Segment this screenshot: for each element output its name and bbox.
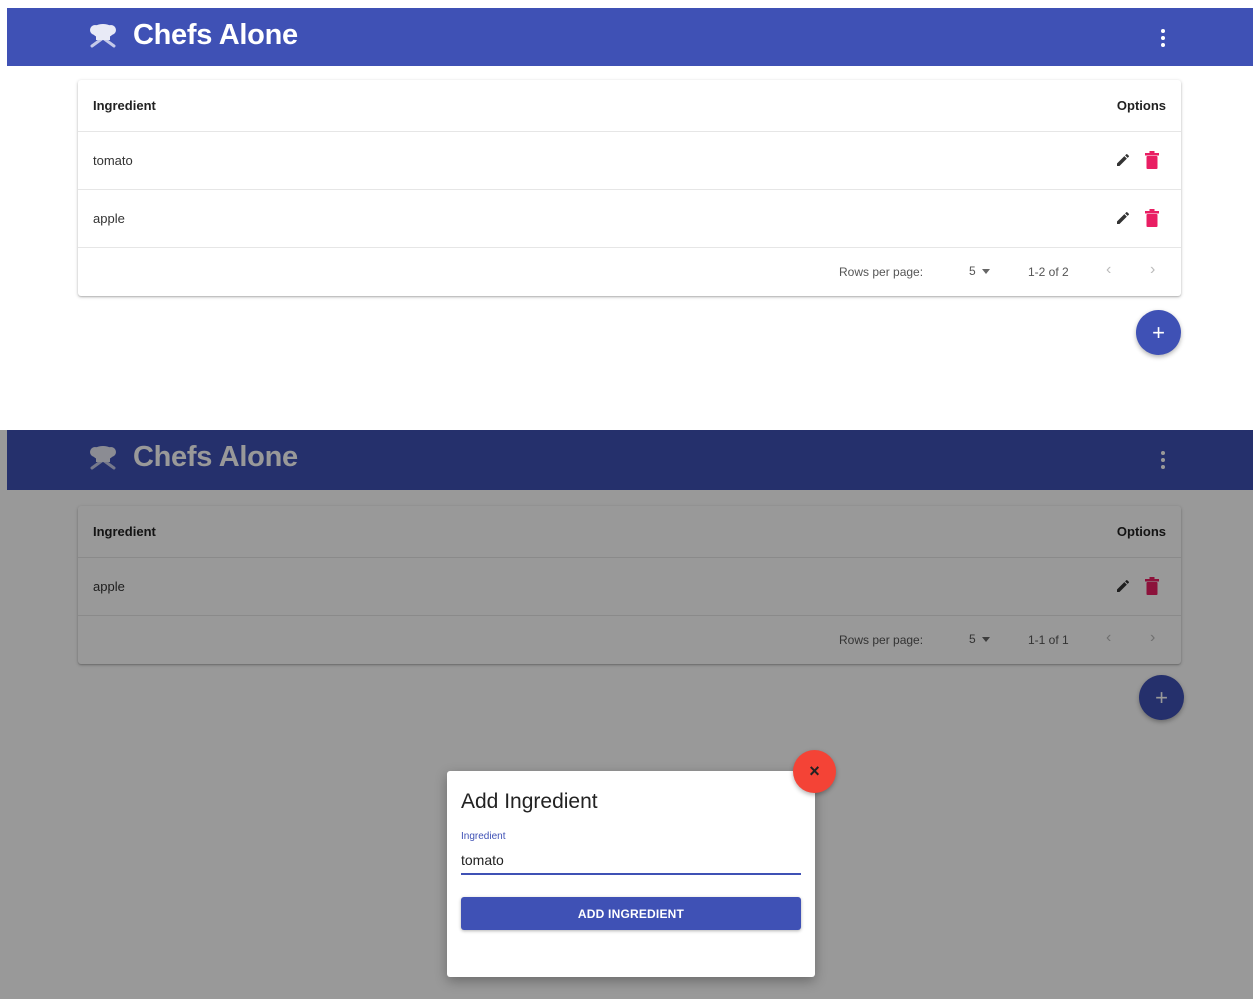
pencil-icon[interactable] — [1114, 150, 1132, 170]
add-ingredient-submit-button[interactable]: ADD INGREDIENT — [461, 897, 801, 930]
rows-per-page-select[interactable]: 5 — [969, 264, 990, 278]
app-title: Chefs Alone — [133, 19, 298, 51]
table-header: Ingredient Options — [78, 80, 1181, 132]
page-range: 1-2 of 2 — [1028, 265, 1069, 279]
ingredient-field-label: Ingredient — [461, 831, 506, 842]
ingredients-view: Chefs Alone Ingredient Options tomato ap… — [0, 0, 1253, 430]
rows-per-page-label: Rows per page: — [839, 265, 924, 279]
dialog-title: Add Ingredient — [461, 790, 598, 813]
close-dialog-button[interactable]: × — [793, 750, 836, 793]
plus-icon: + — [1152, 319, 1165, 345]
close-icon: × — [809, 761, 820, 781]
trash-icon[interactable] — [1143, 150, 1161, 170]
trash-icon[interactable] — [1143, 208, 1161, 228]
more-vert-icon[interactable] — [1153, 26, 1173, 50]
row-actions — [1114, 208, 1161, 228]
table-row: tomato — [78, 132, 1181, 190]
app-bar: Chefs Alone — [7, 8, 1253, 66]
ingredient-name: tomato — [93, 153, 133, 168]
row-actions — [1114, 150, 1161, 170]
add-ingredient-view: Chefs Alone Ingredient Options apple Row… — [0, 430, 1253, 999]
ingredient-name: apple — [93, 211, 125, 226]
ingredients-table: Ingredient Options tomato apple Rows per… — [78, 80, 1181, 296]
chevron-down-icon — [981, 268, 990, 274]
column-header-options: Options — [1116, 98, 1166, 113]
next-page-button[interactable]: › — [1150, 261, 1155, 279]
add-ingredient-dialog: Add Ingredient Ingredient ADD INGREDIENT — [447, 771, 815, 977]
pencil-icon[interactable] — [1114, 208, 1132, 228]
column-header-ingredient: Ingredient — [93, 98, 156, 113]
add-ingredient-button[interactable]: + — [1136, 310, 1181, 355]
table-row: apple — [78, 190, 1181, 248]
ingredient-input[interactable] — [461, 847, 801, 875]
rows-per-page-value: 5 — [969, 264, 976, 278]
table-pagination: Rows per page: 5 1-2 of 2 ‹ › — [78, 248, 1181, 296]
previous-page-button[interactable]: ‹ — [1106, 261, 1111, 279]
chef-hat-icon — [87, 22, 119, 52]
